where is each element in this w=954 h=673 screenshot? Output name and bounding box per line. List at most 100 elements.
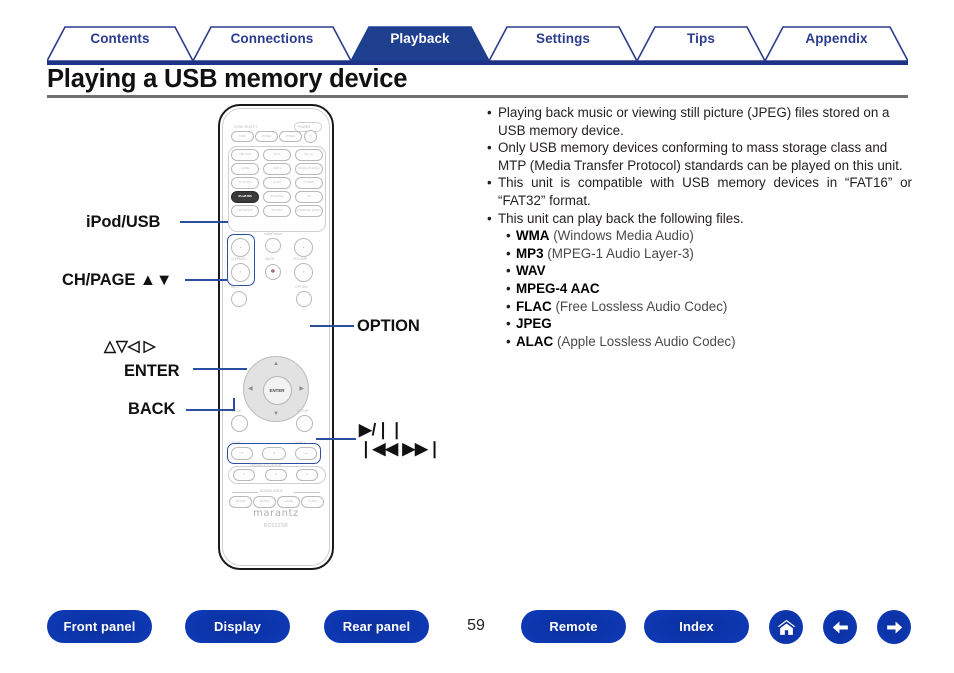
remote-button-power[interactable]: ⏻ <box>304 130 317 143</box>
tab-appendix[interactable]: Appendix <box>765 31 908 46</box>
note-item: • Playing back music or viewing still pic… <box>487 104 912 139</box>
remote-button-music[interactable]: MUSIC <box>253 496 276 508</box>
remote-button-tv-audio[interactable]: TV AUDIO <box>231 177 259 189</box>
dpad-up-icon[interactable]: ▲ <box>273 361 279 367</box>
format-name: WMA <box>516 228 550 244</box>
arrow-right-icon <box>886 621 902 633</box>
remote-button-movie[interactable]: MOVIE <box>229 496 252 508</box>
bullet-icon: • <box>487 140 492 156</box>
callout-cursor-keys: △▽◁ ▷ <box>104 338 156 355</box>
remote-button-back[interactable] <box>231 415 248 432</box>
page-number: 59 <box>467 617 485 634</box>
format-item: • WAV <box>506 262 912 280</box>
notes-list: • Playing back music or viewing still pic… <box>487 104 912 350</box>
format-item: • WMA (Windows Media Audio) <box>506 227 912 245</box>
callout-ch-page: CH/PAGE ▲▼ <box>62 271 173 289</box>
remote-button-bt-airplay[interactable]: BT/AirPlay <box>263 191 291 203</box>
remote-button-setup[interactable] <box>296 415 313 432</box>
tab-connections[interactable]: Connections <box>193 31 351 46</box>
remote-button-info[interactable] <box>231 291 247 307</box>
remote-brand-logo: marantz <box>253 508 299 519</box>
nav-rear-panel[interactable]: Rear panel <box>324 610 429 643</box>
remote-button-aux2[interactable]: AUX2 <box>263 177 291 189</box>
remote-button-volume-down[interactable]: ▼ <box>294 263 313 282</box>
remote-button-preset-3[interactable]: 3 <box>296 469 318 481</box>
remote-control-illustration: ZONE SELECT POWER MAIN ZONE2 ZONE3 ⏻ CBL… <box>218 104 334 570</box>
bullet-icon: • <box>487 175 492 191</box>
format-name: WAV <box>516 263 546 279</box>
remote-button-zone3[interactable]: ZONE3 <box>279 131 302 142</box>
bullet-icon: • <box>487 105 492 120</box>
tab-playback[interactable]: Playback <box>351 31 489 46</box>
nav-home-button[interactable] <box>769 610 803 644</box>
tab-settings[interactable]: Settings <box>489 31 637 46</box>
remote-button-pure[interactable]: PURE <box>301 496 324 508</box>
format-item: • MPEG-4 AAC <box>506 280 912 298</box>
bullet-icon: • <box>506 333 511 349</box>
remote-button-game-mode[interactable]: GAME <box>277 496 300 508</box>
note-item: • Only USB memory devices conforming to m… <box>487 139 912 174</box>
highlight-ch-page <box>227 234 255 286</box>
remote-button-instaprevue[interactable]: ☐ <box>265 238 281 253</box>
format-name: FLAC <box>516 298 552 314</box>
remote-button-enter[interactable]: ENTER <box>262 375 292 405</box>
format-name: JPEG <box>516 316 552 332</box>
nav-front-panel[interactable]: Front panel <box>47 610 152 643</box>
remote-button-network[interactable]: NETWORK <box>231 205 259 217</box>
sound-mode-rule-left <box>232 492 258 493</box>
remote-caption-setup: SETUP <box>297 409 309 413</box>
bullet-icon: • <box>487 210 492 226</box>
format-item: • MP3 (MPEG-1 Audio Layer-3) <box>506 245 912 263</box>
remote-button-preset-2[interactable]: 2 <box>265 469 287 481</box>
remote-button-mute[interactable]: 🔇 <box>265 264 281 280</box>
remote-button-option[interactable] <box>296 291 312 307</box>
nav-back-button[interactable] <box>823 610 857 644</box>
tab-contents[interactable]: Contents <box>47 31 193 46</box>
remote-button-main[interactable]: MAIN <box>231 131 254 142</box>
note-text: Playing back music or viewing still pict… <box>498 105 890 138</box>
remote-caption-sound-mode: SOUND MODE <box>260 489 283 493</box>
nav-remote[interactable]: Remote <box>521 610 626 643</box>
leader-ch-page <box>185 279 227 281</box>
remote-button-zone2[interactable]: ZONE2 <box>255 131 278 142</box>
remote-caption-mute: MUTE <box>265 257 275 261</box>
bullet-icon: • <box>506 316 511 332</box>
dpad-right-icon[interactable]: ▶ <box>299 386 304 392</box>
remote-button-cd[interactable]: CD <box>295 191 323 203</box>
leader-enter <box>193 368 247 370</box>
leader-back-v <box>233 398 235 411</box>
dpad-left-icon[interactable]: ◀ <box>248 386 253 392</box>
format-item: • JPEG <box>506 315 912 333</box>
remote-button-preset-1[interactable]: 1 <box>233 469 255 481</box>
remote-caption-zone-select: ZONE SELECT <box>234 125 258 129</box>
note-item: • This unit is compatible with USB memory… <box>487 174 912 209</box>
nav-index[interactable]: Index <box>644 610 749 643</box>
remote-button-cbl-sat[interactable]: CBL/SAT <box>231 149 259 161</box>
note-text: This unit can play back the following fi… <box>498 210 744 226</box>
remote-button-dvd[interactable]: DVD <box>263 149 291 161</box>
remote-caption-info: INFO <box>231 285 240 289</box>
remote-button-game[interactable]: GAME <box>231 163 259 175</box>
remote-button-volume-up[interactable]: ▲ <box>294 238 313 257</box>
nav-forward-button[interactable] <box>877 610 911 644</box>
remote-button-media-player[interactable]: MEDIA PLAYER <box>295 163 323 175</box>
remote-caption-volume: VOLUME <box>293 257 308 261</box>
format-item: • ALAC (Apple Lossless Audio Codec) <box>506 333 912 351</box>
leader-transport <box>316 438 356 440</box>
page-title: Playing a USB memory device <box>47 65 408 93</box>
remote-button-aux1[interactable]: AUX1 <box>263 163 291 175</box>
nav-display[interactable]: Display <box>185 610 290 643</box>
remote-button-ipod-usb[interactable]: iPod/USB <box>231 191 259 203</box>
remote-button-tuner[interactable]: TUNER <box>295 177 323 189</box>
title-rule-bottom <box>47 95 908 98</box>
callout-ipod-usb: iPod/USB <box>86 213 161 231</box>
callout-back: BACK <box>128 400 176 418</box>
tab-tips[interactable]: Tips <box>637 31 765 46</box>
remote-button-bluray[interactable]: Blu-ray <box>295 149 323 161</box>
leader-ipod-usb <box>180 221 228 223</box>
remote-caption-option: OPTION <box>295 285 308 289</box>
format-desc: (Windows Media Audio) <box>553 228 694 244</box>
remote-button-internet-radio[interactable]: INTERNET RADIO <box>295 205 323 217</box>
remote-button-phono[interactable]: PHONO <box>263 205 291 217</box>
dpad-down-icon[interactable]: ▼ <box>273 411 279 417</box>
